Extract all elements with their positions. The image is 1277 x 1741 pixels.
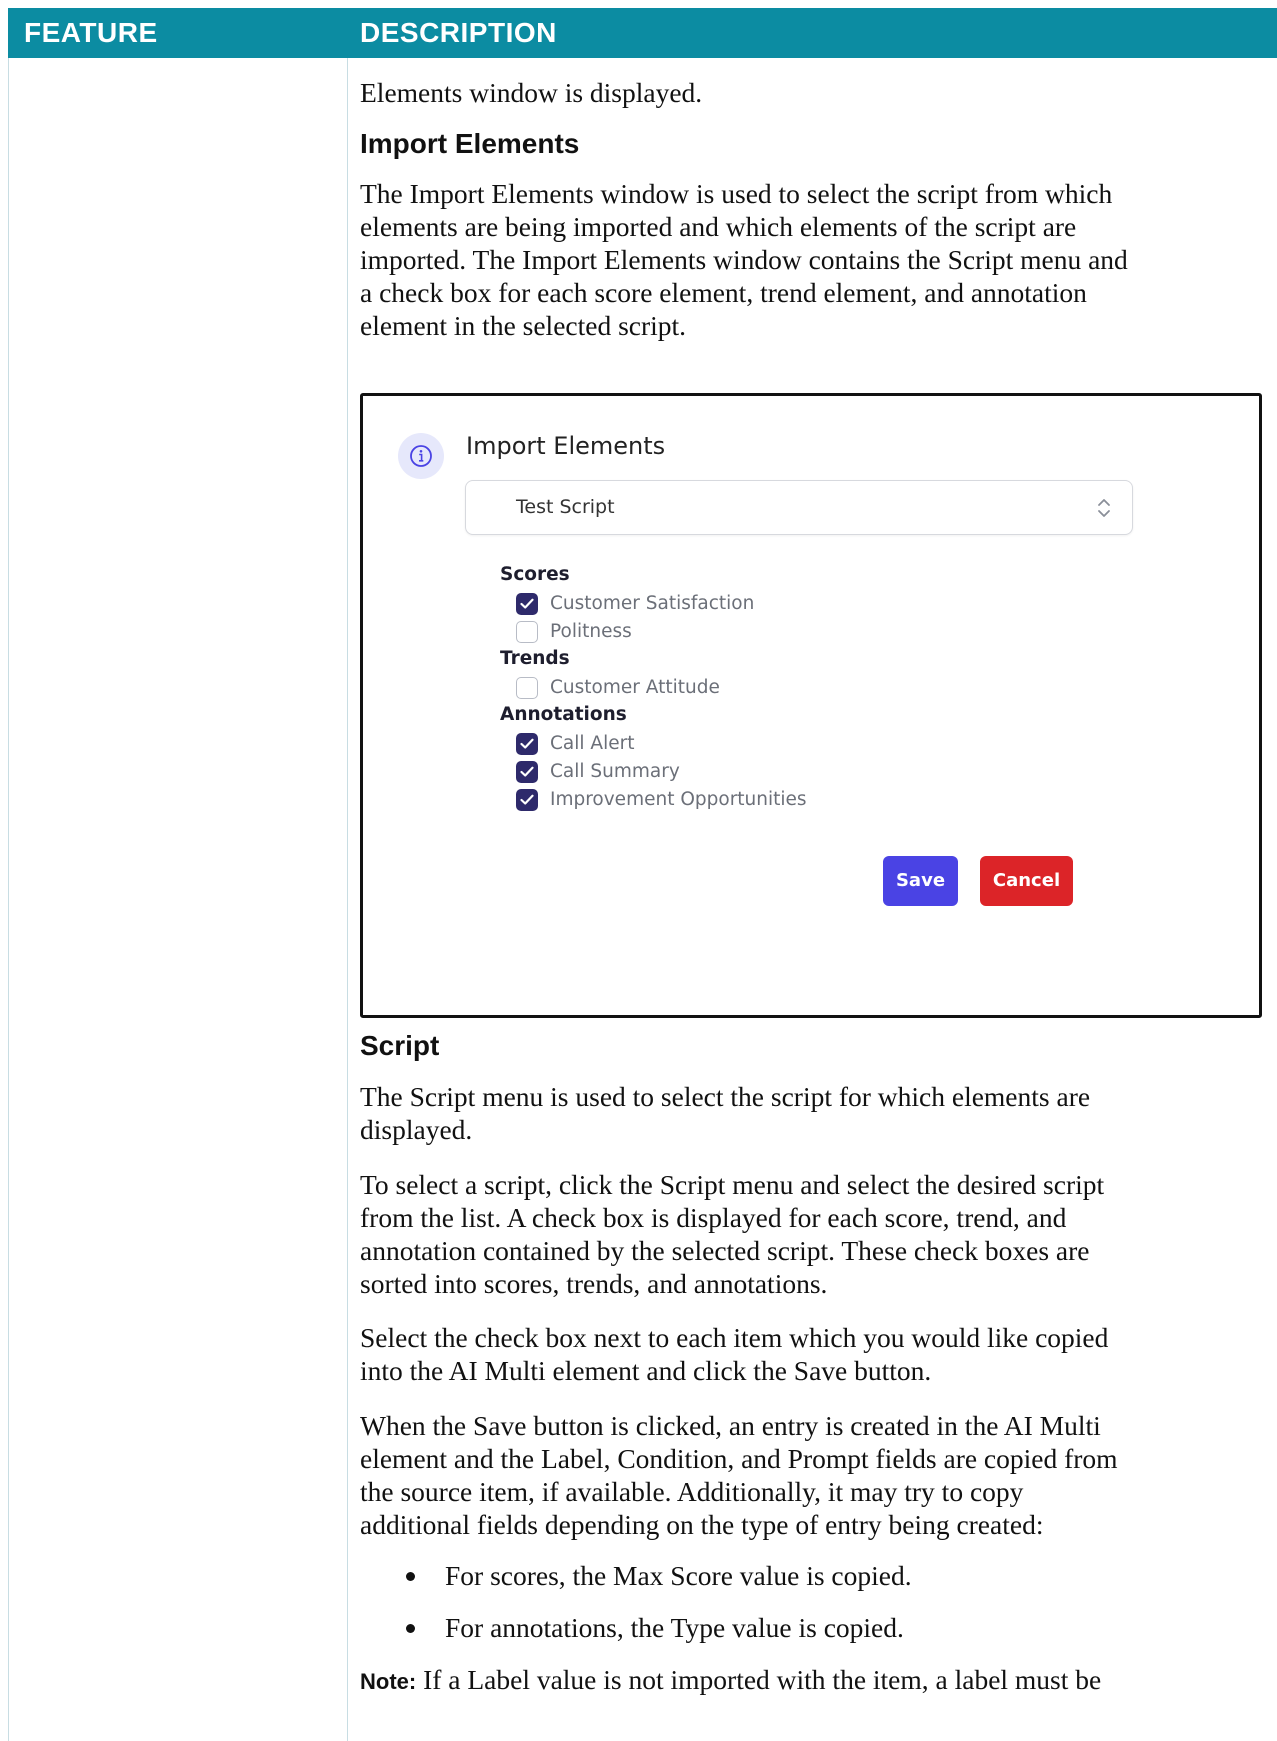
checkbox-label: Customer Satisfaction — [550, 593, 755, 614]
table-body-row: Elements window is displayed. Import Ele… — [8, 58, 1277, 1741]
checkbox-checked[interactable] — [516, 733, 538, 755]
note-line: Note: If a Label value is not imported w… — [360, 1662, 1270, 1701]
description-cell: Elements window is displayed. Import Ele… — [360, 58, 1270, 1741]
script-heading: Script — [360, 1030, 440, 1061]
checkbox-unchecked[interactable] — [516, 677, 538, 699]
checkbox-unchecked[interactable] — [516, 621, 538, 643]
list-item: For scores, the Max Score value is copie… — [360, 1558, 1265, 1610]
copied-fields-list: For scores, the Max Score value is copie… — [360, 1558, 1265, 1662]
checkbox-label: Customer Attitude — [550, 677, 720, 698]
feature-cell — [8, 58, 348, 1741]
cancel-button[interactable]: Cancel — [980, 856, 1073, 906]
checkbox-checked[interactable] — [516, 761, 538, 783]
list-item: For annotations, the Type value is copie… — [360, 1610, 1265, 1662]
checkbox-checked[interactable] — [516, 789, 538, 811]
table-header-row: FEATURE DESCRIPTION — [8, 8, 1277, 58]
script-select[interactable]: Test Script — [465, 480, 1133, 535]
note-label: Note: — [360, 1669, 417, 1694]
script-select-value: Test Script — [516, 496, 615, 518]
intro-line: Elements window is displayed. — [360, 77, 703, 108]
checkbox-label: Call Alert — [550, 733, 635, 754]
group-label-scores: Scores — [500, 564, 570, 585]
bullet-icon — [406, 1624, 415, 1633]
group-label-trends: Trends — [500, 648, 570, 669]
feature-column-header: FEATURE — [24, 17, 158, 48]
checkbox-checked[interactable] — [516, 593, 538, 615]
checkbox-label: Call Summary — [550, 761, 680, 782]
bullet-icon — [406, 1572, 415, 1581]
import-elements-heading: Import Elements — [360, 128, 580, 159]
checkbox-label: Improvement Opportunities — [550, 789, 807, 810]
dialog-title: Import Elements — [466, 432, 666, 460]
description-column-header: DESCRIPTION — [360, 17, 557, 48]
save-button[interactable]: Save — [883, 856, 958, 906]
chevron-up-down-icon — [1096, 496, 1112, 525]
group-label-annotations: Annotations — [500, 704, 627, 725]
checkbox-label: Politness — [550, 621, 632, 642]
import-elements-dialog: Import Elements Test Script Scores Custo… — [360, 393, 1262, 1018]
note-text: If a Label value is not imported with th… — [416, 1664, 1102, 1695]
info-icon — [398, 433, 444, 479]
feature-description-table: FEATURE DESCRIPTION Elements window is d… — [8, 8, 1277, 1741]
